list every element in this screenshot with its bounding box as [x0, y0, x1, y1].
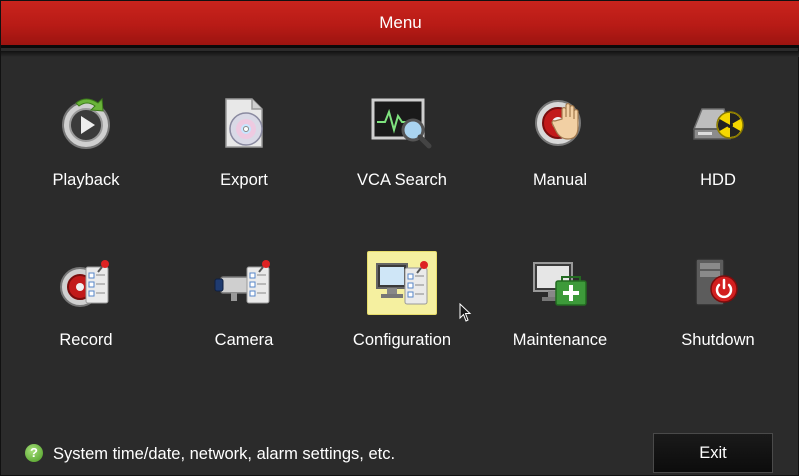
- menu-item-export[interactable]: Export: [165, 57, 323, 197]
- shutdown-icon: [683, 251, 753, 315]
- window-titlebar: Menu: [1, 1, 799, 48]
- configuration-icon: [367, 251, 437, 315]
- menu-item-label: Record: [59, 331, 113, 349]
- menu-item-label: Export: [220, 171, 268, 189]
- menu-item-label: Manual: [532, 171, 588, 189]
- menu-item-label: Maintenance: [512, 331, 608, 349]
- menu-item-label: VCA Search: [357, 171, 447, 189]
- menu-item-label: HDD: [700, 171, 736, 189]
- menu-item-label: Configuration: [352, 331, 452, 349]
- menu-item-manual[interactable]: Manual: [481, 57, 639, 197]
- menu-item-playback[interactable]: Playback: [7, 57, 165, 197]
- manual-icon: [525, 91, 595, 155]
- menu-item-label: Shutdown: [681, 331, 755, 349]
- menu-item-label: Playback: [52, 171, 120, 189]
- camera-icon: [209, 251, 279, 315]
- menu-item-vca-search[interactable]: VCA Search: [323, 57, 481, 197]
- menu-item-hdd[interactable]: HDD: [639, 57, 797, 197]
- maintenance-icon: [525, 251, 595, 315]
- menu-grid: Playback Export VCA Search Manual HDD Re…: [7, 57, 794, 417]
- menu-item-maintenance[interactable]: Maintenance: [481, 217, 639, 357]
- menu-window: Menu Playback Export VCA Search Manual H…: [0, 0, 799, 476]
- mouse-cursor-icon: [459, 303, 472, 322]
- menu-item-shutdown[interactable]: Shutdown: [639, 217, 797, 357]
- status-hint: System time/date, network, alarm setting…: [53, 445, 396, 463]
- menu-item-record[interactable]: Record: [7, 217, 165, 357]
- vca-search-icon: [367, 91, 437, 155]
- exit-button[interactable]: Exit: [653, 433, 773, 473]
- record-icon: [51, 251, 121, 315]
- export-icon: [209, 91, 279, 155]
- menu-item-configuration[interactable]: Configuration: [323, 217, 481, 357]
- hdd-icon: [683, 91, 753, 155]
- help-icon: ?: [25, 444, 43, 462]
- playback-icon: [51, 91, 121, 155]
- menu-item-label: Camera: [214, 331, 274, 349]
- window-title: Menu: [379, 13, 422, 32]
- menu-item-camera[interactable]: Camera: [165, 217, 323, 357]
